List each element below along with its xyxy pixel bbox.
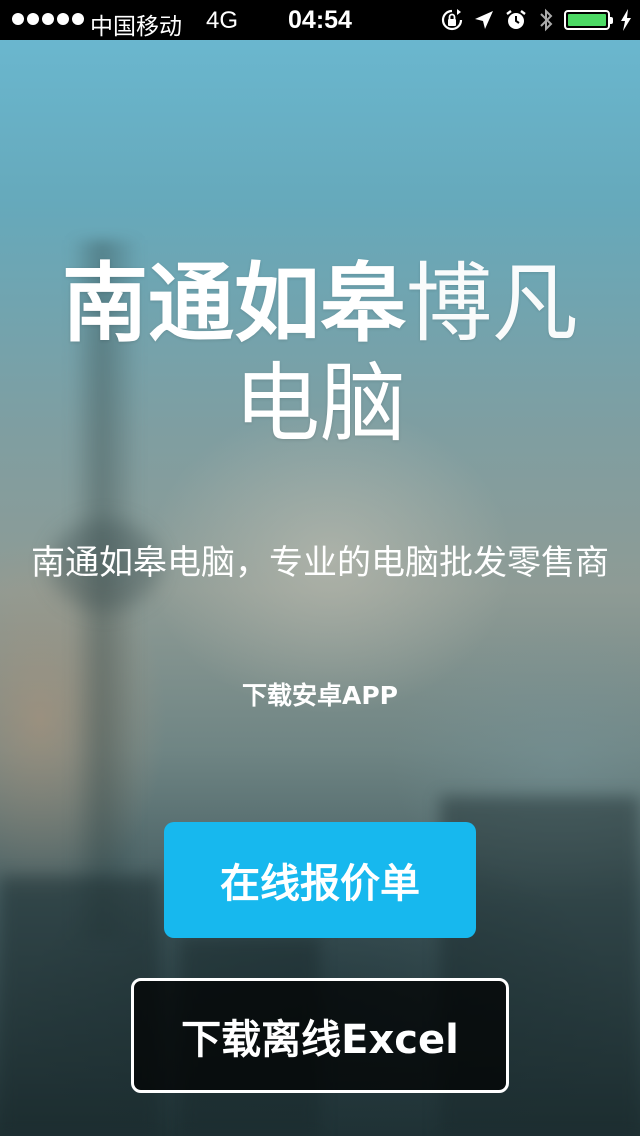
- status-icons: [440, 6, 632, 34]
- title-bold-part: 南通如皋: [62, 254, 406, 354]
- subtitle-text: 南通如皋电脑，专业的电脑批发零售商: [31, 543, 609, 583]
- charging-bolt-icon: [621, 9, 631, 31]
- location-arrow-icon: [475, 11, 493, 29]
- download-excel-button[interactable]: 下载离线Excel: [131, 978, 509, 1093]
- page-title: 南通如皋博凡 电脑: [0, 254, 640, 454]
- battery-icon: [564, 10, 613, 30]
- title-light-part: 博凡: [406, 254, 578, 354]
- status-bar: 中国移动 4G 04:54: [0, 0, 640, 40]
- rotation-lock-icon: [441, 9, 463, 31]
- title-second-line: 电脑: [234, 354, 406, 454]
- alarm-icon: [506, 10, 526, 29]
- bluetooth-icon: [540, 8, 553, 32]
- download-android-app-link[interactable]: 下载安卓APP: [0, 676, 640, 712]
- battery-level: [568, 14, 606, 26]
- app-screen: 中国移动 4G 04:54 南通如皋博凡 电脑 南通如皋电脑，专业的电脑批发零售…: [0, 0, 640, 1136]
- online-quote-button[interactable]: 在线报价单: [164, 822, 476, 938]
